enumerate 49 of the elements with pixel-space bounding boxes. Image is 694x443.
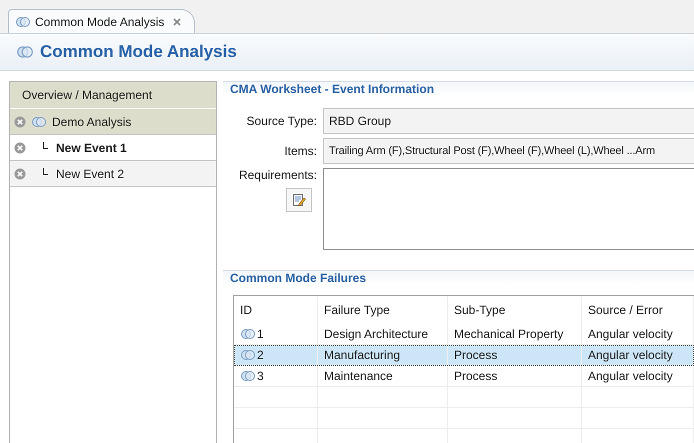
- tree-connector-icon: [43, 168, 48, 175]
- column-header[interactable]: ID: [234, 296, 318, 324]
- tree-item[interactable]: Demo Analysis: [10, 109, 216, 135]
- column-header[interactable]: Sub-Type: [448, 296, 582, 324]
- table-cell: Maintenance: [318, 366, 448, 386]
- section-title: Common Mode Failures: [230, 271, 366, 285]
- rings-icon: [240, 349, 256, 361]
- item-label: Demo Analysis: [52, 114, 132, 128]
- table-cell: 2: [234, 345, 318, 365]
- table-cell: Process: [448, 366, 582, 386]
- column-header[interactable]: Failure Type: [318, 296, 448, 324]
- field-label: Requirements:: [238, 168, 317, 182]
- table-cell: Process: [448, 345, 582, 365]
- edit-button[interactable]: [286, 188, 312, 212]
- column-header[interactable]: Source / Error: [582, 296, 694, 324]
- remove-icon[interactable]: [14, 168, 26, 180]
- field-label: Items:: [283, 144, 317, 158]
- table-cell: 3: [234, 366, 318, 386]
- item-label: New Event 2: [56, 166, 124, 180]
- requirements-field[interactable]: [323, 168, 694, 250]
- editor-title: Common Mode Analysis: [40, 42, 237, 62]
- table-cell: Mechanical Property: [448, 324, 582, 344]
- table-cell: Design Architecture: [318, 324, 448, 344]
- tab-title: Common Mode Analysis: [35, 14, 164, 28]
- overview-header[interactable]: Overview / Management: [10, 82, 216, 109]
- table-cell: Manufacturing: [318, 345, 448, 365]
- rings-icon: [240, 370, 256, 382]
- rings-icon: [31, 116, 47, 128]
- table-cell: 1: [234, 324, 318, 344]
- item-label: New Event 1: [56, 140, 127, 154]
- remove-icon[interactable]: [14, 116, 26, 128]
- rings-icon: [16, 45, 34, 59]
- close-icon[interactable]: [172, 16, 182, 26]
- edit-icon: [292, 193, 306, 207]
- section-title: CMA Worksheet - Event Information: [230, 82, 434, 96]
- table-cell: Angular velocity: [582, 324, 694, 344]
- table-row[interactable]: 3 Maintenance Process Angular velocity: [234, 366, 694, 387]
- table-row[interactable]: 2 Manufacturing Process Angular velocity: [234, 345, 694, 366]
- items-field[interactable]: Trailing Arm (F),Structural Post (F),Wheel (F),Wheel (L),Wheel ...Arm: [323, 138, 694, 164]
- rings-icon: [15, 16, 31, 28]
- field-label: Source Type:: [246, 114, 317, 128]
- remove-icon[interactable]: [14, 142, 26, 154]
- tree-connector-icon: [43, 142, 48, 149]
- editor-tab[interactable]: Common Mode Analysis: [8, 9, 196, 33]
- table-cell: Angular velocity: [582, 366, 694, 386]
- source-type-field[interactable]: RBD Group: [323, 108, 694, 134]
- rings-icon: [240, 328, 256, 340]
- table-cell: Angular velocity: [582, 345, 694, 365]
- tree-item[interactable]: New Event 2: [10, 161, 216, 187]
